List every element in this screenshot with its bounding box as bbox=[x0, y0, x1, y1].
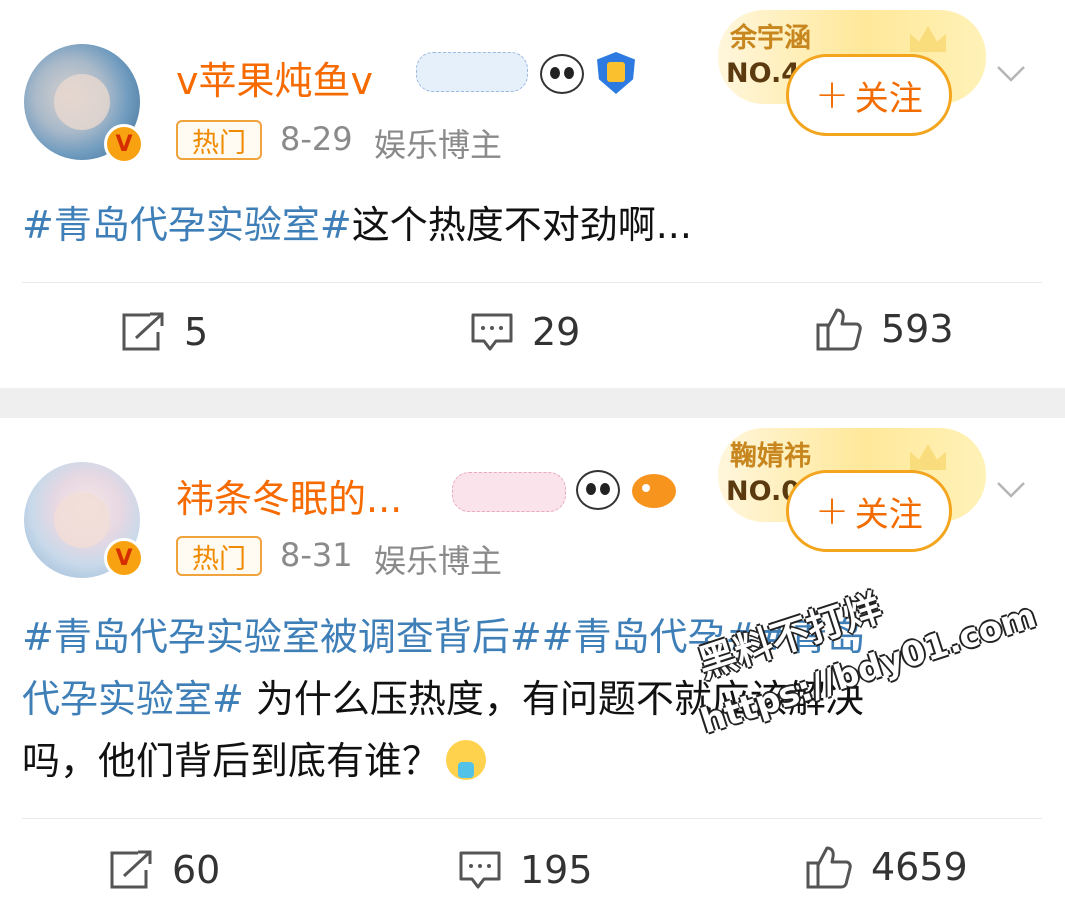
repost-button[interactable]: 60 bbox=[108, 848, 220, 892]
post-date: 8-31 bbox=[280, 536, 353, 574]
fish-emoji-icon bbox=[632, 474, 676, 508]
follow-label: 关注 bbox=[854, 494, 923, 535]
plus-icon: + bbox=[815, 488, 849, 534]
like-button[interactable]: 4659 bbox=[805, 844, 968, 890]
like-count: 4659 bbox=[871, 845, 968, 889]
avatar-photo bbox=[54, 492, 110, 548]
fan-card-name: 鞠婧祎 bbox=[730, 441, 811, 472]
drool-emoji-icon bbox=[446, 740, 487, 780]
chevron-down-icon[interactable] bbox=[996, 474, 1026, 504]
hot-badge: 热门 bbox=[176, 536, 262, 576]
panda-emoji-icon bbox=[576, 470, 620, 510]
repost-count: 60 bbox=[172, 848, 221, 892]
verified-v-icon: V bbox=[104, 538, 144, 578]
comment-count: 195 bbox=[520, 848, 593, 892]
hashtag-link[interactable]: 代孕实验室# bbox=[22, 677, 244, 721]
repost-icon bbox=[110, 850, 152, 889]
fan-level-badge bbox=[452, 472, 566, 512]
follow-button[interactable]: + 关注 bbox=[786, 470, 952, 552]
like-icon bbox=[806, 846, 852, 889]
weibo-post-2: V 祎条冬眠的... 热门 8-31 娱乐博主 鞠婧祎 NO.0 + 关注 #青… bbox=[0, 0, 1065, 923]
divider bbox=[22, 818, 1042, 819]
comment-button[interactable]: 195 bbox=[458, 848, 593, 892]
username[interactable]: 祎条冬眠的... bbox=[176, 468, 402, 523]
crown-icon bbox=[910, 444, 946, 470]
comment-icon bbox=[459, 851, 501, 889]
post-category: 娱乐博主 bbox=[374, 542, 503, 580]
post-text: 吗，他们背后到底有谁？ bbox=[22, 739, 441, 783]
